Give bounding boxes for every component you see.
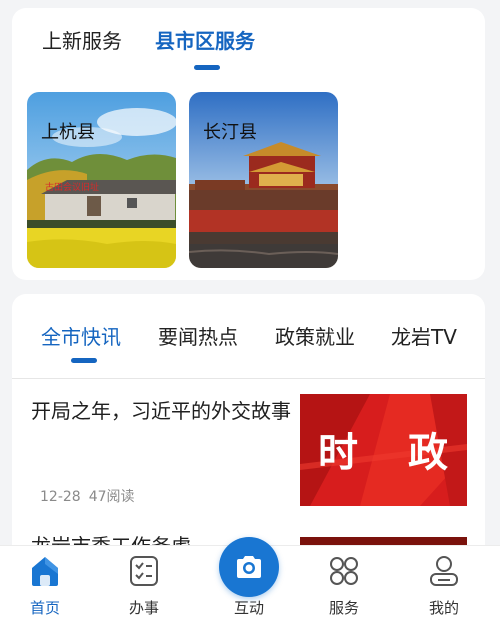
tab-county-services[interactable]: 县市区服务 <box>155 28 255 54</box>
thumbnail-char-right: 政 <box>408 430 450 476</box>
article-thumbnail: 时 政 <box>300 394 467 506</box>
nav-mine-label: 我的 <box>428 599 459 617</box>
article-reads: 47阅读 <box>88 489 135 505</box>
nav-services[interactable]: 服务 <box>304 546 384 623</box>
thumbnail-char-left: 时 <box>318 430 360 476</box>
county-card-shanghang[interactable]: 古田会议旧址 上杭县 <box>27 92 176 268</box>
tab-headlines[interactable]: 要闻热点 <box>158 324 238 350</box>
camera-icon <box>237 556 261 578</box>
svg-text:古田会议旧址: 古田会议旧址 <box>45 181 99 193</box>
camera-button[interactable] <box>219 537 279 597</box>
checklist-icon <box>128 554 160 588</box>
user-icon <box>428 554 460 588</box>
nav-interact-label: 互动 <box>233 599 264 617</box>
county-name-shanghang: 上杭县 <box>41 122 95 143</box>
tab-city-news[interactable]: 全市快讯 <box>41 324 121 350</box>
bottom-navigation: 首页 办事 互动 服务 我的 <box>0 537 500 623</box>
tab-new-services[interactable]: 上新服务 <box>42 28 122 54</box>
county-services-card: 上新服务 县市区服务 古田会议旧址 上杭县 长汀县 <box>12 8 485 280</box>
active-tab-indicator <box>194 65 220 70</box>
nav-affairs[interactable]: 办事 <box>104 546 184 623</box>
tab-longyan-tv[interactable]: 龙岩TV <box>391 324 457 350</box>
county-name-changting: 长汀县 <box>203 122 257 143</box>
county-card-changting[interactable]: 长汀县 <box>189 92 338 268</box>
article-date: 12-28 <box>40 489 81 505</box>
article-title: 开局之年，习近平的外交故事 <box>31 399 291 423</box>
nav-services-label: 服务 <box>328 599 359 617</box>
news-list-item[interactable]: 开局之年，习近平的外交故事 12-28 47阅读 时 政 <box>12 379 485 521</box>
nav-mine[interactable]: 我的 <box>404 546 484 623</box>
news-tab-indicator <box>71 358 97 363</box>
article-meta: 12-28 47阅读 <box>40 486 135 506</box>
tab-policy-jobs[interactable]: 政策就业 <box>275 324 355 350</box>
grid-icon <box>328 554 360 588</box>
nav-home[interactable]: 首页 <box>5 546 85 623</box>
home-icon <box>29 554 61 588</box>
nav-affairs-label: 办事 <box>128 599 159 617</box>
nav-home-label: 首页 <box>29 599 60 617</box>
